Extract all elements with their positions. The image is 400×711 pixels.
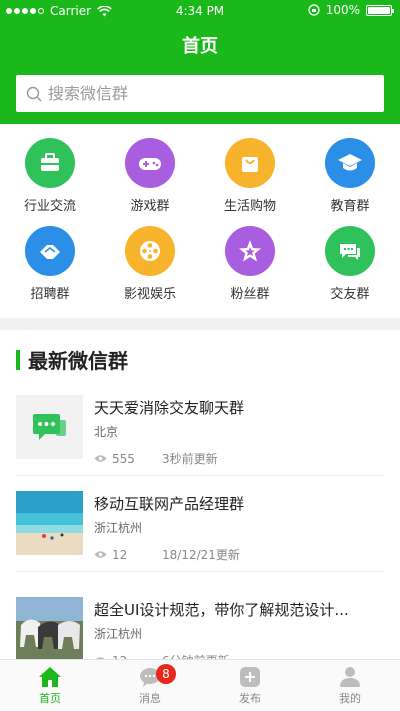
tab-label: 消息 [139,692,161,705]
section-header: 最新微信群 [16,345,128,374]
eye-icon [94,551,107,558]
category-grid: 行业交流 游戏群 生活购物 教育群 招聘群 影视娱乐 粉丝群 交友群 [0,138,400,308]
updated-time: 18/12/21更新 [162,548,240,562]
view-count: 12 [112,547,128,562]
tab-home[interactable]: 首页 [0,660,100,711]
updated-time: 3秒前更新 [162,452,218,466]
handshake-icon [25,226,75,276]
gamepad-icon [125,138,175,188]
group-thumbnail [16,491,83,555]
section-accent-bar [16,349,20,370]
tab-mine[interactable]: 我的 [300,660,400,711]
search-box[interactable] [16,75,384,112]
briefcase-icon [25,138,75,188]
group-city: 北京 [94,425,119,439]
category-shopping[interactable]: 生活购物 [200,138,300,214]
message-badge: 8 [156,664,176,684]
chat-bubble-icon [33,414,66,440]
shopping-bag-icon [225,138,275,188]
tab-label: 首页 [39,692,61,705]
category-film[interactable]: 影视娱乐 [100,226,200,302]
header-bar: Carrier 4:34 PM 100% 首页 [0,0,400,124]
section-title: 最新微信群 [28,349,128,373]
status-bar: Carrier 4:34 PM 100% [0,0,400,22]
battery-icon [366,4,394,16]
category-label: 交友群 [330,287,370,302]
tab-bar: 首页 消息 发布 我的 8 [0,659,400,711]
tab-messages[interactable]: 消息 [100,660,200,711]
list-item[interactable]: 天天爱消除交友聊天群 北京 555 3秒前更新 [16,395,384,485]
group-name: 超全UI设计规范，带你了解规范设计... [94,601,349,619]
graduation-cap-icon [325,138,375,188]
section-divider [0,318,400,330]
view-count: 555 [112,451,135,466]
category-games[interactable]: 游戏群 [100,138,200,214]
group-meta: 555 3秒前更新 [94,450,218,467]
battery-label: 100% [325,3,360,17]
group-city: 浙江杭州 [94,521,143,535]
group-meta: 12 18/12/21更新 [94,546,240,563]
search-icon [26,86,42,101]
tab-publish[interactable]: 发布 [200,660,300,711]
group-city: 浙江杭州 [94,627,143,641]
group-thumbnail [16,395,83,459]
category-label: 粉丝群 [230,287,270,302]
list-item[interactable]: 移动互联网产品经理群 浙江杭州 12 18/12/21更新 [16,491,384,581]
tab-label: 我的 [339,692,361,705]
category-label: 行业交流 [23,199,76,214]
search-input[interactable] [48,84,368,103]
list-divider [16,571,384,572]
rotation-lock-icon [308,4,320,16]
category-label: 生活购物 [223,199,276,214]
horses-image [16,597,83,661]
chat-bubble-icon [325,226,375,276]
beach-image [16,491,83,555]
film-reel-icon [125,226,175,276]
category-fans[interactable]: 粉丝群 [200,226,300,302]
group-name: 天天爱消除交友聊天群 [94,399,245,417]
category-recruitment[interactable]: 招聘群 [0,226,100,302]
page-title: 首页 [182,36,218,57]
category-industry[interactable]: 行业交流 [0,138,100,214]
add-icon [240,667,260,687]
category-label: 游戏群 [130,199,170,214]
tab-label: 发布 [239,692,261,705]
category-label: 影视娱乐 [123,287,176,302]
category-education[interactable]: 教育群 [300,138,400,214]
user-icon [340,667,360,687]
group-thumbnail [16,597,83,661]
star-icon [225,226,275,276]
category-label: 招聘群 [30,287,70,302]
category-label: 教育群 [330,199,370,214]
eye-icon [94,455,107,462]
list-divider [16,475,384,476]
home-icon [39,667,61,687]
category-friends[interactable]: 交友群 [300,226,400,302]
group-name: 移动互联网产品经理群 [94,495,245,513]
